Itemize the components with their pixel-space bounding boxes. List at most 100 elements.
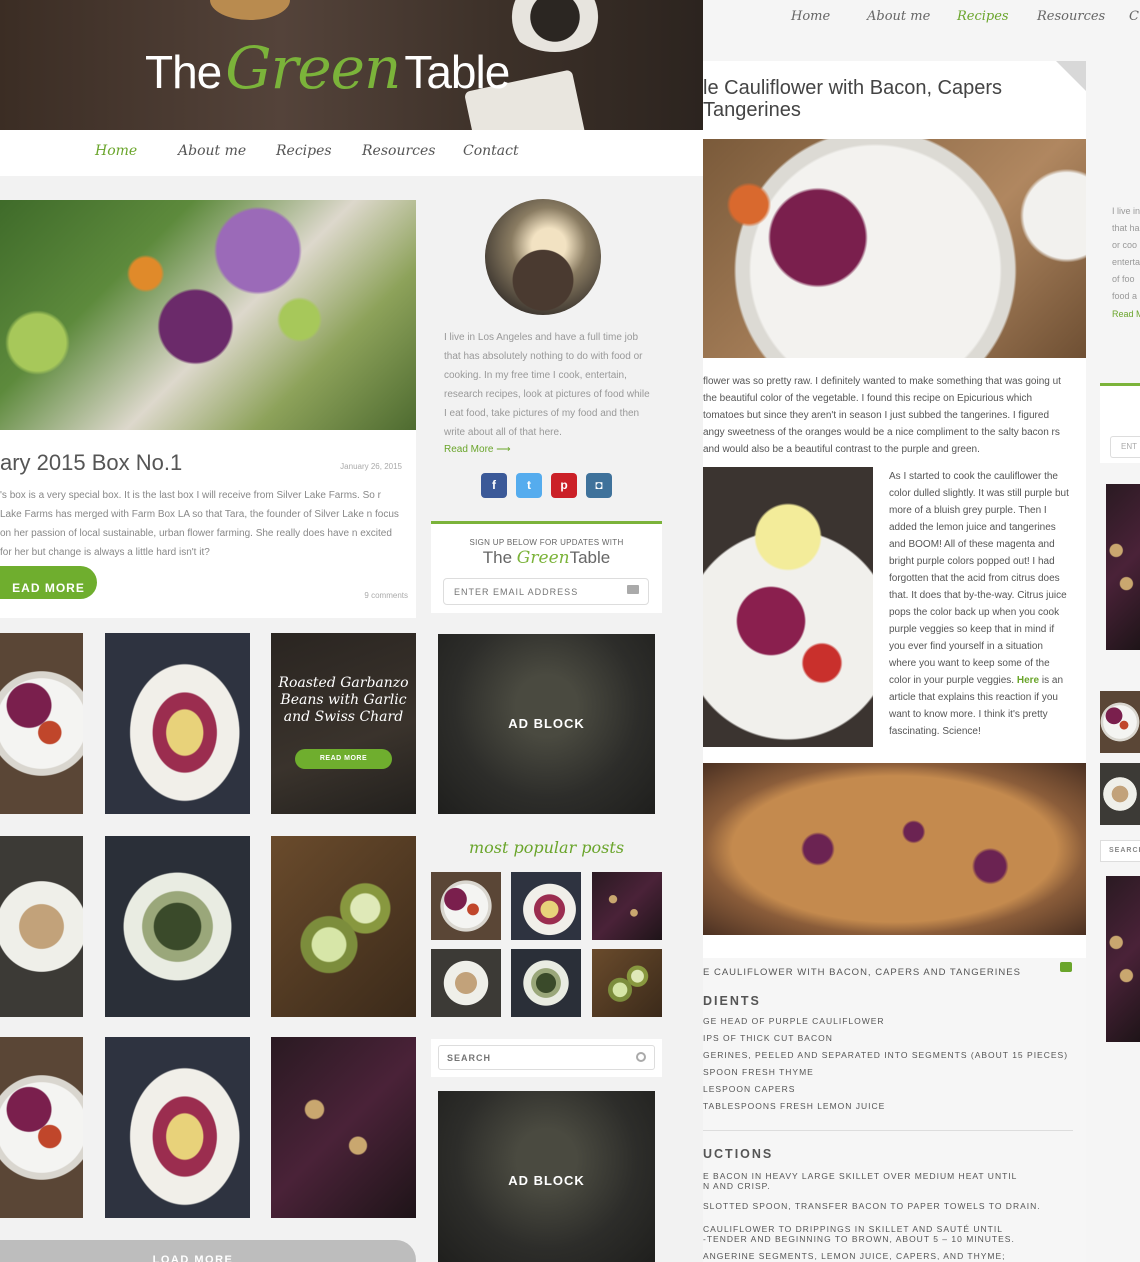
pinterest-icon[interactable]: p: [551, 473, 577, 498]
post-tile[interactable]: [0, 1037, 83, 1218]
edge-ad-tile: [1106, 484, 1140, 650]
signup-label: SIGN UP BELOW FOR UPDATES WITH: [469, 538, 624, 547]
instruction-step: ANGERINE SEGMENTS, LEMON JUICE, CAPERS, …: [703, 1251, 1006, 1261]
edge-bio-line: food a: [1112, 291, 1138, 301]
nav-about[interactable]: About me: [867, 9, 930, 24]
ad-block[interactable]: AD BLOCK: [438, 634, 655, 814]
edge-bio-line: I live in: [1112, 206, 1140, 216]
post-title[interactable]: ary 2015 Box No.1: [0, 450, 182, 476]
popular-post-thumb[interactable]: [592, 872, 662, 940]
instruction-step: -TENDER AND BEGINNING TO BROWN, ABOUT 5 …: [703, 1234, 1015, 1244]
blog-homepage: TheGreenTable Home About me Recipes Reso…: [0, 0, 703, 1262]
edge-ad-tile: [1106, 876, 1140, 1042]
post-excerpt: 's box is a very special box. It is the …: [0, 490, 399, 558]
bio-read-more-label: Read More: [444, 444, 494, 455]
nav-recipes[interactable]: Recipes: [276, 143, 332, 159]
post-tile[interactable]: [0, 836, 83, 1017]
page-corner-fold: [1056, 61, 1086, 91]
post-date: January 26, 2015: [340, 462, 402, 471]
popular-post-thumb[interactable]: [511, 872, 581, 940]
popular-post-thumb[interactable]: [431, 872, 501, 940]
edge-search[interactable]: SEARCH: [1100, 840, 1140, 862]
header-banner: TheGreenTable: [0, 0, 703, 130]
email-field[interactable]: [444, 579, 614, 604]
post-image[interactable]: [0, 200, 416, 430]
edge-read-more[interactable]: Read M: [1112, 309, 1140, 319]
sidebar-search: [431, 1039, 662, 1077]
edge-email-input[interactable]: ENT: [1110, 436, 1140, 458]
ad-block[interactable]: AD BLOCK: [438, 1091, 655, 1262]
nav-resources[interactable]: Resources: [362, 143, 435, 159]
post-tile[interactable]: [105, 1037, 250, 1218]
nav-recipes[interactable]: Recipes: [957, 9, 1009, 24]
arrow-right-icon: ⟶: [496, 444, 511, 455]
ad-block-label: AD BLOCK: [508, 1173, 585, 1188]
site-logo[interactable]: TheGreenTable: [145, 34, 510, 102]
instruction-step: N AND CRISP.: [703, 1181, 771, 1191]
popular-post-thumb[interactable]: [431, 949, 501, 1017]
edge-bio-line: enterta: [1112, 257, 1140, 267]
header-bowl-decoration: [505, 0, 605, 52]
ingredient-item: TABLESPOONS FRESH LEMON JUICE: [703, 1101, 886, 1111]
article-body-text: As I started to cook the cauliflower the…: [889, 471, 1069, 686]
edge-bio-line: or coo: [1112, 240, 1138, 250]
recipe-card: E CAULIFLOWER WITH BACON, CAPERS AND TAN…: [703, 958, 1086, 1262]
popular-posts-title: most popular posts: [468, 838, 625, 857]
popular-post-thumb[interactable]: [511, 949, 581, 1017]
sidebar-edge-preview: I live in that ha or coo enterta of foo …: [1100, 0, 1140, 1262]
ingredient-item: GE HEAD OF PURPLE CAULIFLOWER: [703, 1016, 885, 1026]
nav-home[interactable]: Home: [95, 143, 137, 159]
recipe-divider: [703, 1130, 1073, 1131]
edge-thumb[interactable]: [1100, 691, 1140, 753]
edge-bio-line: that ha: [1112, 223, 1140, 233]
search-icon[interactable]: [636, 1052, 646, 1062]
casserole-image: [703, 763, 1086, 935]
feature-read-more-button[interactable]: READ MORE: [295, 749, 392, 769]
ad-block-label: AD BLOCK: [508, 716, 585, 731]
post-tile[interactable]: [271, 836, 416, 1017]
header-bowl-decoration: [210, 0, 290, 20]
edge-bio-line: of foo: [1112, 274, 1135, 284]
post-tile[interactable]: [271, 1037, 416, 1218]
main-nav: Home About me Recipes Resources Contact: [0, 130, 703, 176]
email-field-wrapper: [443, 578, 649, 605]
logo-prefix: The: [145, 46, 222, 98]
featured-post-card: ary 2015 Box No.1 January 26, 2015 's bo…: [0, 200, 416, 618]
instagram-icon[interactable]: ◘: [586, 473, 612, 498]
post-tile[interactable]: [105, 633, 250, 814]
bio-read-more-link[interactable]: Read More ⟶: [444, 444, 511, 455]
recipe-page-nav: Home About me Recipes Resources C: [703, 0, 1140, 38]
nav-contact[interactable]: Contact: [463, 143, 519, 159]
nav-home[interactable]: Home: [791, 9, 830, 24]
twitter-icon[interactable]: t: [516, 473, 542, 498]
post-tile[interactable]: [0, 633, 83, 814]
signup-logo-green: Green: [516, 548, 570, 568]
search-input[interactable]: [439, 1046, 619, 1069]
edge-thumb[interactable]: [1100, 763, 1140, 825]
print-icon[interactable]: [1060, 962, 1072, 972]
instruction-step: SLOTTED SPOON, TRANSFER BACON TO PAPER T…: [703, 1201, 1041, 1211]
load-more-button[interactable]: LOAD MORE: [0, 1240, 416, 1262]
post-tile[interactable]: [105, 836, 250, 1017]
nav-resources[interactable]: Resources: [1037, 9, 1105, 24]
article-title: le Cauliflower with Bacon, Capers Tanger…: [703, 77, 1003, 121]
facebook-icon[interactable]: f: [481, 473, 507, 498]
author-bio: I live in Los Angeles and have a full ti…: [444, 332, 650, 438]
post-comments-count[interactable]: 9 comments: [364, 591, 408, 600]
article-body: As I started to cook the cauliflower the…: [889, 468, 1071, 740]
dish-detail-image: [703, 467, 873, 747]
ingredient-item: SPOON FRESH THYME: [703, 1067, 814, 1077]
article-link[interactable]: Here: [1017, 675, 1039, 686]
ingredient-item: GERINES, PEELED AND SEPARATED INTO SEGME…: [703, 1050, 1069, 1060]
author-avatar: [485, 199, 601, 315]
envelope-icon[interactable]: [627, 585, 639, 594]
logo-green: Green: [225, 34, 401, 102]
ingredients-heading: DIENTS: [703, 994, 761, 1008]
search-input-wrapper: [438, 1045, 655, 1070]
signup-logo-prefix: The: [482, 548, 513, 567]
popular-post-thumb[interactable]: [592, 949, 662, 1017]
article-intro: flower was so pretty raw. I definitely w…: [703, 376, 1061, 455]
read-more-button[interactable]: EAD MORE: [0, 566, 97, 599]
nav-about[interactable]: About me: [178, 143, 246, 159]
feature-post-tile[interactable]: Roasted Garbanzo Beans with Garlic and S…: [271, 633, 416, 814]
